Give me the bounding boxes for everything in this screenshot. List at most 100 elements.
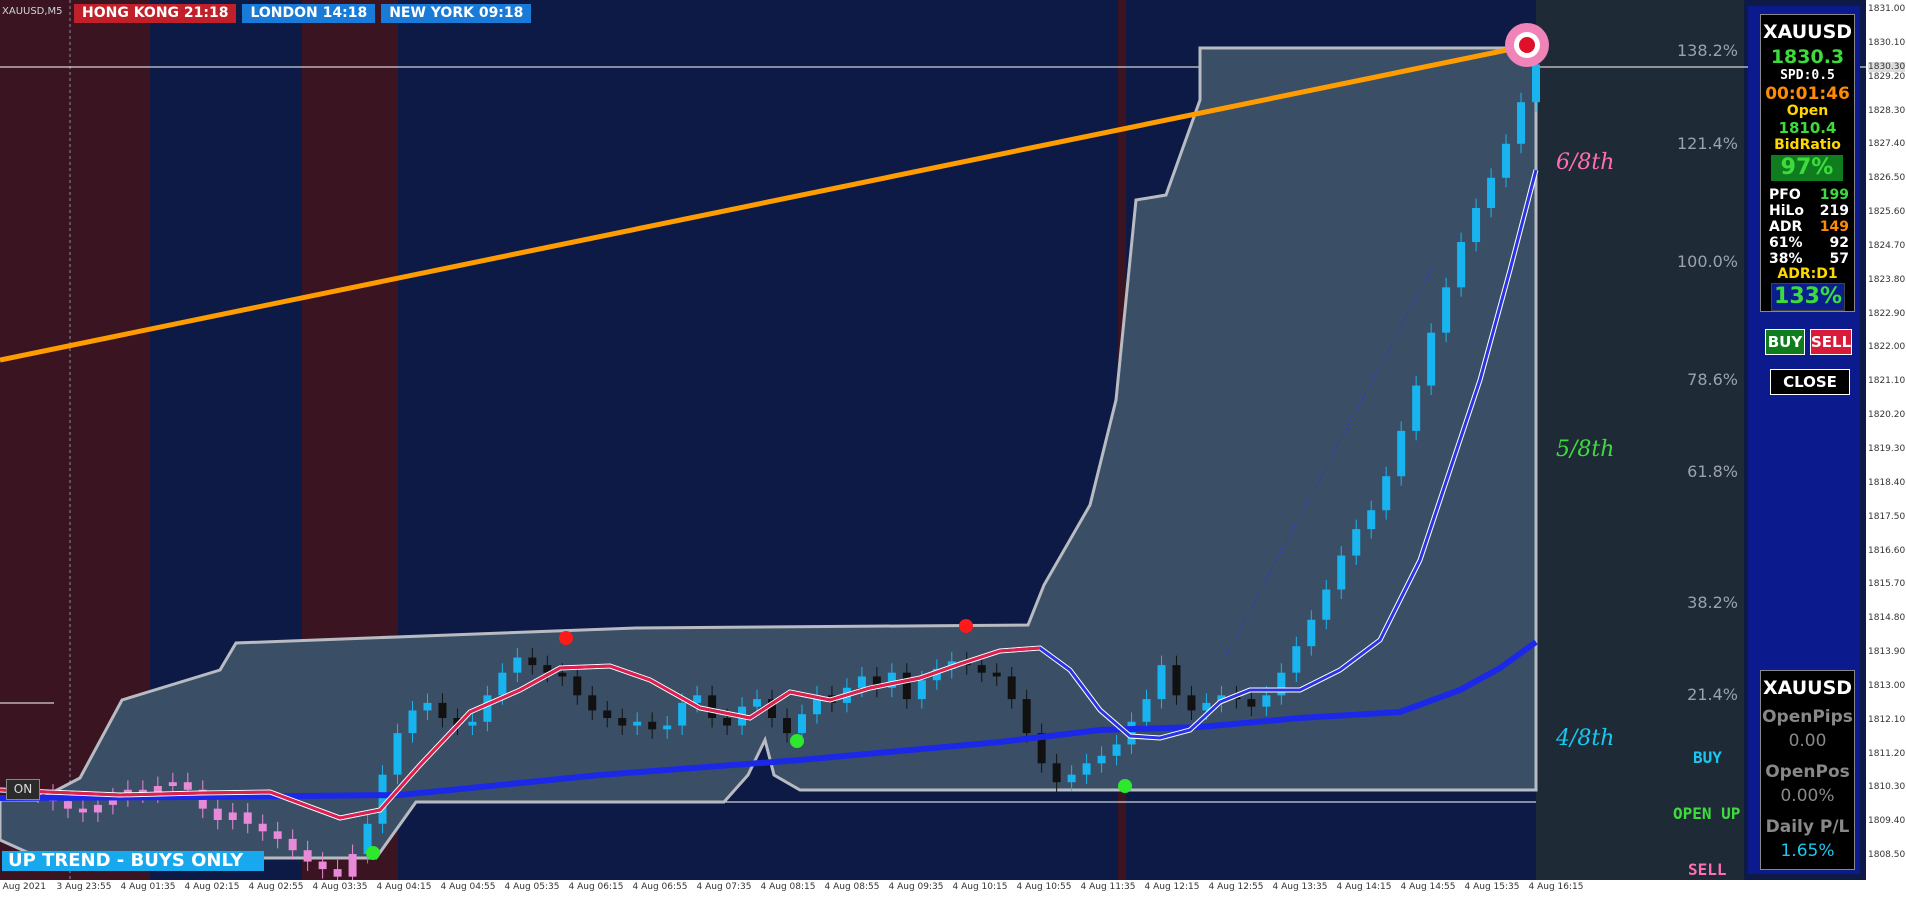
close-button[interactable]: CLOSE bbox=[1770, 369, 1850, 395]
candle-body bbox=[753, 699, 762, 707]
fib-level-121: 121.4% bbox=[1676, 134, 1738, 153]
candle-body bbox=[348, 854, 357, 877]
account-symbol: XAUUSD bbox=[1762, 677, 1853, 699]
candle-body bbox=[603, 710, 612, 718]
candle-body bbox=[1172, 665, 1181, 696]
candle-body bbox=[1487, 177, 1496, 208]
time-tick: 4 Aug 07:35 bbox=[696, 882, 752, 892]
time-tick: 4 Aug 14:55 bbox=[1400, 882, 1456, 892]
open-pos-value: 0.00% bbox=[1780, 786, 1835, 806]
signal-sell-label: SELL bbox=[1688, 860, 1727, 879]
candle-body bbox=[78, 808, 87, 813]
candle-body bbox=[1367, 510, 1376, 530]
candle-body bbox=[723, 718, 732, 726]
price-tick: 1824.70 bbox=[1868, 240, 1906, 251]
info-adr-value: 133% bbox=[1771, 283, 1845, 311]
price-tick: 1823.80 bbox=[1868, 274, 1906, 285]
candle-body bbox=[483, 695, 492, 722]
stat-row-61: 61% 92 bbox=[1769, 235, 1849, 251]
candle-body bbox=[708, 695, 717, 718]
time-tick: 4 Aug 09:35 bbox=[888, 882, 944, 892]
candle-body bbox=[318, 861, 327, 870]
price-tick: 1808.50 bbox=[1868, 850, 1906, 861]
candle-body bbox=[977, 665, 986, 673]
info-timer: 00:01:46 bbox=[1765, 84, 1850, 104]
daily-pl-label: Daily P/L bbox=[1765, 817, 1850, 837]
fib-level-78: 78.6% bbox=[1687, 370, 1738, 389]
open-pos-label: OpenPos bbox=[1765, 762, 1850, 782]
candle-body bbox=[648, 721, 657, 730]
candle-body bbox=[1052, 763, 1061, 783]
candle-body bbox=[783, 718, 791, 734]
candle-body bbox=[378, 774, 387, 824]
signal-open-up-label: OPEN UP bbox=[1673, 804, 1741, 823]
stat-row-adr: ADR 149 bbox=[1769, 219, 1849, 235]
time-tick: 4 Aug 11:35 bbox=[1080, 882, 1136, 892]
time-axis[interactable]: 3 Aug 2021 3 Aug 23:55 4 Aug 01:35 4 Aug 02… bbox=[0, 880, 1866, 898]
stat-row-38: 38% 57 bbox=[1769, 251, 1849, 267]
price-axis[interactable]: 1831.00 1830.10 1829.20 1828.30 1827.40 1826.… bbox=[1866, 0, 1906, 898]
price-tick: 1814.80 bbox=[1868, 613, 1906, 624]
candle-body bbox=[1397, 430, 1406, 477]
candle-body bbox=[1412, 385, 1421, 431]
price-tick: 1819.30 bbox=[1868, 444, 1906, 454]
candle-body bbox=[1142, 699, 1151, 722]
time-tick: 4 Aug 05:35 bbox=[504, 882, 560, 892]
time-tick: 4 Aug 06:55 bbox=[632, 882, 688, 892]
candle-body bbox=[183, 782, 192, 790]
time-tick: 4 Aug 16:15 bbox=[1528, 882, 1584, 892]
candle-body bbox=[1502, 143, 1511, 178]
signal-buy-label: BUY bbox=[1693, 748, 1722, 767]
price-tick: 1809.40 bbox=[1868, 816, 1906, 827]
indicator-on-toggle[interactable]: ON bbox=[6, 779, 40, 800]
info-price: 1830.3 bbox=[1770, 46, 1845, 68]
price-tick: 1811.20 bbox=[1868, 748, 1906, 759]
candle-body bbox=[333, 869, 342, 877]
chart-symbol-label: XAUUSD,M5 bbox=[2, 6, 63, 17]
candle-body bbox=[1007, 676, 1016, 700]
time-tick: 4 Aug 08:15 bbox=[760, 882, 816, 892]
time-tick: 4 Aug 10:15 bbox=[952, 882, 1008, 892]
time-tick: 4 Aug 04:15 bbox=[376, 882, 432, 892]
price-tick: 1827.40 bbox=[1868, 139, 1906, 150]
candle-body bbox=[663, 725, 672, 730]
fib-level-21: 21.4% bbox=[1687, 685, 1738, 704]
octave-5-8: 5/8th bbox=[1556, 437, 1615, 462]
fractal-low-marker bbox=[790, 734, 804, 748]
daily-pl-value: 1.65% bbox=[1780, 841, 1835, 861]
candle-body bbox=[273, 831, 282, 839]
info-open-label: Open bbox=[1786, 103, 1829, 119]
session-new-york: NEW YORK 09:18 bbox=[381, 4, 532, 23]
candle-body bbox=[498, 672, 507, 696]
time-tick: 4 Aug 13:35 bbox=[1272, 882, 1328, 892]
candle-body bbox=[1427, 332, 1436, 386]
price-chart[interactable] bbox=[0, 0, 1906, 898]
candle-body bbox=[288, 838, 297, 851]
price-tick: 1829.20 bbox=[1868, 71, 1906, 82]
octave-4-8: 4/8th bbox=[1556, 726, 1615, 751]
sell-button[interactable]: SELL bbox=[1810, 329, 1852, 355]
chart-area[interactable] bbox=[0, 0, 1906, 898]
session-clocks: HONG KONG 21:18 LONDON 14:18 NEW YORK 09… bbox=[74, 4, 532, 23]
candle-body bbox=[1067, 774, 1076, 783]
price-tick: 1813.00 bbox=[1868, 680, 1906, 691]
fib-level-138: 138.2% bbox=[1676, 41, 1738, 60]
price-tick: 1822.00 bbox=[1868, 342, 1906, 353]
info-symbol: XAUUSD bbox=[1762, 21, 1853, 43]
candle-body bbox=[992, 672, 1001, 677]
candle-body bbox=[633, 721, 642, 726]
candle-body bbox=[1382, 476, 1391, 511]
price-tick: 1815.70 bbox=[1868, 579, 1906, 590]
time-tick: 4 Aug 12:55 bbox=[1208, 882, 1264, 892]
candle-body bbox=[902, 672, 911, 700]
time-tick: 4 Aug 03:35 bbox=[312, 882, 368, 892]
time-tick: 3 Aug 2021 bbox=[0, 882, 46, 892]
candle-body bbox=[558, 672, 567, 677]
buy-button[interactable]: BUY bbox=[1765, 329, 1805, 355]
price-tick: 1831.00 bbox=[1868, 4, 1906, 14]
price-tick: 1825.60 bbox=[1868, 207, 1906, 218]
fractal-low-marker bbox=[366, 846, 380, 860]
time-tick: 4 Aug 06:15 bbox=[568, 882, 624, 892]
time-tick: 4 Aug 15:35 bbox=[1464, 882, 1520, 892]
account-info-box: XAUUSD OpenPips 0.00 OpenPos 0.00% Daily… bbox=[1760, 670, 1855, 870]
